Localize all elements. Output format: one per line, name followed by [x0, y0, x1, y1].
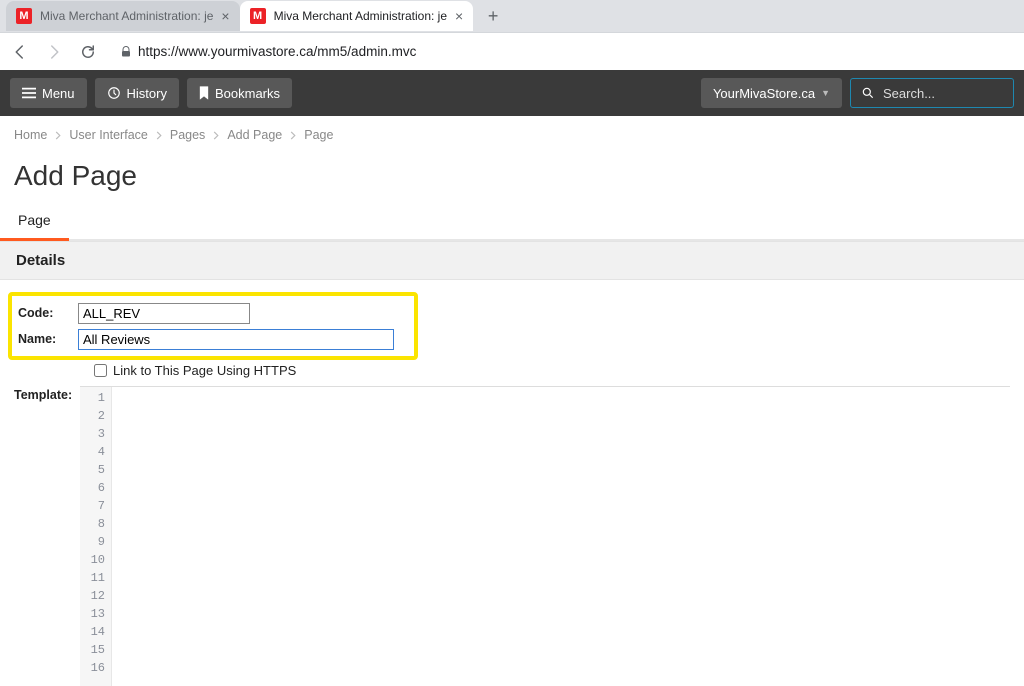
editor-gutter: 1 2 3 4 5 6 7 8 9 10 11 12 13 14 15 16	[80, 387, 112, 686]
row-https: Link to This Page Using HTTPS	[14, 363, 1010, 378]
label-https: Link to This Page Using HTTPS	[113, 363, 296, 378]
history-button[interactable]: History	[95, 78, 179, 108]
row-name: Name:	[12, 326, 408, 352]
line-number: 8	[80, 515, 105, 533]
tab-strip: M Miva Merchant Administration: je × M M…	[0, 0, 1024, 32]
line-number: 4	[80, 443, 105, 461]
line-number: 3	[80, 425, 105, 443]
browser-chrome: M Miva Merchant Administration: je × M M…	[0, 0, 1024, 70]
reload-icon	[79, 43, 97, 61]
address-bar[interactable]: https://www.yourmivastore.ca/mm5/admin.m…	[110, 38, 1016, 66]
bookmark-icon	[199, 86, 209, 100]
line-number: 12	[80, 587, 105, 605]
code-input[interactable]	[78, 303, 250, 324]
breadcrumb-item: Page	[304, 128, 333, 142]
line-number: 6	[80, 479, 105, 497]
section-details-header: Details	[0, 241, 1024, 280]
line-number: 7	[80, 497, 105, 515]
line-number: 2	[80, 407, 105, 425]
line-number: 15	[80, 641, 105, 659]
address-bar-row: https://www.yourmivastore.ca/mm5/admin.m…	[0, 32, 1024, 70]
tab-title: Miva Merchant Administration: je	[40, 9, 213, 23]
search-icon	[861, 86, 875, 100]
arrow-left-icon	[11, 43, 29, 61]
line-number: 16	[80, 659, 105, 677]
line-number: 14	[80, 623, 105, 641]
page-title: Add Page	[0, 154, 1024, 202]
bookmarks-label: Bookmarks	[215, 86, 280, 101]
search-input[interactable]	[883, 86, 1003, 101]
line-number: 1	[80, 389, 105, 407]
arrow-right-icon	[45, 43, 63, 61]
browser-tab-0[interactable]: M Miva Merchant Administration: je ×	[6, 1, 240, 31]
close-icon[interactable]: ×	[221, 8, 229, 24]
tab-favicon: M	[16, 8, 32, 24]
store-selector[interactable]: YourMivaStore.ca ▼	[701, 78, 842, 108]
history-label: History	[127, 86, 167, 101]
global-search[interactable]	[850, 78, 1014, 108]
tab-page[interactable]: Page	[0, 202, 69, 241]
form-area: Code: Name: Link to This Page Using HTTP…	[0, 280, 1024, 382]
back-button[interactable]	[8, 40, 32, 64]
store-name: YourMivaStore.ca	[713, 86, 815, 101]
lock-icon	[120, 45, 132, 59]
new-tab-button[interactable]: +	[479, 2, 507, 30]
editor-textarea[interactable]	[112, 387, 1010, 686]
chevron-right-icon	[213, 131, 219, 140]
chevron-down-icon: ▼	[821, 88, 830, 98]
tab-title: Miva Merchant Administration: je	[274, 9, 447, 23]
menu-button[interactable]: Menu	[10, 78, 87, 108]
clock-icon	[107, 86, 121, 100]
page-tabs: Page	[0, 202, 1024, 241]
reload-button[interactable]	[76, 40, 100, 64]
name-input[interactable]	[78, 329, 394, 350]
label-code: Code:	[12, 306, 78, 320]
chevron-right-icon	[55, 131, 61, 140]
line-number: 5	[80, 461, 105, 479]
url-text: https://www.yourmivastore.ca/mm5/admin.m…	[138, 44, 416, 59]
app-topbar: Menu History Bookmarks YourMivaStore.ca …	[0, 70, 1024, 116]
line-number: 13	[80, 605, 105, 623]
menu-label: Menu	[42, 86, 75, 101]
breadcrumb-item[interactable]: User Interface	[69, 128, 148, 142]
label-name: Name:	[12, 332, 78, 346]
line-number: 11	[80, 569, 105, 587]
row-code: Code:	[12, 300, 408, 326]
breadcrumb-item[interactable]: Home	[14, 128, 47, 142]
chevron-right-icon	[290, 131, 296, 140]
breadcrumb: Home User Interface Pages Add Page Page	[0, 116, 1024, 154]
label-template: Template:	[14, 386, 80, 402]
close-icon[interactable]: ×	[455, 8, 463, 24]
forward-button[interactable]	[42, 40, 66, 64]
bookmarks-button[interactable]: Bookmarks	[187, 78, 292, 108]
tab-favicon: M	[250, 8, 266, 24]
chevron-right-icon	[156, 131, 162, 140]
browser-tab-1[interactable]: M Miva Merchant Administration: je ×	[240, 1, 474, 31]
hamburger-icon	[22, 87, 36, 99]
breadcrumb-item[interactable]: Pages	[170, 128, 205, 142]
breadcrumb-item[interactable]: Add Page	[227, 128, 282, 142]
line-number: 9	[80, 533, 105, 551]
line-number: 10	[80, 551, 105, 569]
row-template: Template: 1 2 3 4 5 6 7 8 9 10 11 12 13 …	[0, 382, 1024, 686]
code-editor[interactable]: 1 2 3 4 5 6 7 8 9 10 11 12 13 14 15 16	[80, 386, 1010, 686]
https-checkbox[interactable]	[94, 364, 107, 377]
highlight-annotation: Code: Name:	[8, 292, 418, 360]
